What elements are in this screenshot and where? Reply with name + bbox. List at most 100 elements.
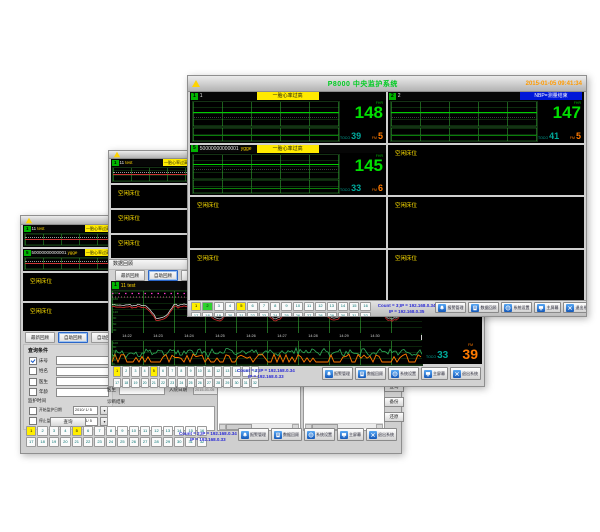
bed-button-26[interactable]: 26 [196, 378, 204, 389]
bed-button-18[interactable]: 18 [122, 378, 130, 389]
empty-bed-cell[interactable]: 空闲床位 [111, 185, 189, 208]
bed-button-23[interactable]: 23 [168, 378, 176, 389]
bed-button-30[interactable]: 30 [338, 312, 348, 317]
bed-button-4[interactable]: 4 [225, 302, 235, 311]
bed-button-21[interactable]: 21 [150, 378, 158, 389]
bed-button-19[interactable]: 19 [214, 312, 224, 317]
bed-button-3[interactable]: 3 [131, 366, 139, 377]
bed-button-2[interactable]: 2 [122, 366, 130, 377]
toolbar-button-alarm-bell[interactable]: 报警管理 [435, 302, 466, 313]
bed-button-26[interactable]: 26 [129, 437, 139, 447]
bed-button-29[interactable]: 29 [163, 437, 173, 447]
bed-button-6[interactable]: 6 [83, 426, 93, 436]
bed-button-24[interactable]: 24 [270, 312, 280, 317]
bed-button-12[interactable]: 12 [214, 366, 222, 377]
bed-button-28[interactable]: 28 [214, 378, 222, 389]
bed-button-6[interactable]: 6 [159, 366, 167, 377]
bed-button-9[interactable]: 9 [117, 426, 127, 436]
bed-button-12[interactable]: 12 [151, 426, 161, 436]
field-input-年龄[interactable] [56, 388, 109, 397]
bed-button-17[interactable]: 17 [26, 437, 36, 447]
bed-button-5[interactable]: 5 [236, 302, 246, 311]
patient-cell-bed-5[interactable]: 550000000000001ygge一胎心率过高 [23, 249, 111, 271]
toolbar-button-settings-globe[interactable]: 系统设置 [501, 302, 532, 313]
empty-bed-cell[interactable]: 空闲床位 [23, 303, 111, 331]
bed-button-7[interactable]: 7 [259, 302, 269, 311]
bed-button-11[interactable]: 11 [140, 426, 150, 436]
empty-bed-cell[interactable]: 空闲床位 [111, 210, 189, 233]
field-input-床号[interactable] [56, 356, 109, 365]
side-button-备份[interactable]: 备份 [384, 397, 404, 407]
patient-cell-bed-1[interactable]: 111test一胎心率过高 [23, 225, 111, 247]
bed-button-3[interactable]: 3 [49, 426, 59, 436]
bed-button-9[interactable]: 9 [281, 302, 291, 311]
bed-button-8[interactable]: 8 [270, 302, 280, 311]
bed-button-14[interactable]: 14 [338, 302, 348, 311]
bed-button-24[interactable]: 24 [106, 437, 116, 447]
bed-button-19[interactable]: 19 [49, 437, 59, 447]
bed-button-27[interactable]: 27 [205, 378, 213, 389]
bed-button-6[interactable]: 6 [247, 302, 257, 311]
bed-button-28[interactable]: 28 [315, 312, 325, 317]
bed-button-21[interactable]: 21 [236, 312, 246, 317]
bed-button-20[interactable]: 20 [60, 437, 70, 447]
bed-button-23[interactable]: 23 [259, 312, 269, 317]
bed-button-3[interactable]: 3 [214, 302, 224, 311]
toolbar-button-data-review[interactable]: 数据回顾 [468, 302, 499, 313]
bed-button-2[interactable]: 2 [37, 426, 47, 436]
bed-button-18[interactable]: 18 [202, 312, 212, 317]
bed-button-9[interactable]: 9 [187, 366, 195, 377]
bed-button-12[interactable]: 12 [315, 302, 325, 311]
bed-button-1[interactable]: 1 [113, 366, 121, 377]
bed-button-7[interactable]: 7 [94, 426, 104, 436]
bed-button-17[interactable]: 17 [113, 378, 121, 389]
empty-bed-cell[interactable]: 空闲床位 [388, 145, 584, 196]
bed-button-21[interactable]: 21 [72, 437, 82, 447]
side-button-还原[interactable]: 还原 [384, 412, 404, 422]
field-input-姓名[interactable] [56, 367, 109, 376]
bed-button-22[interactable]: 22 [247, 312, 257, 317]
bed-button-13[interactable]: 13 [163, 426, 173, 436]
bed-button-10[interactable]: 10 [196, 366, 204, 377]
bed-button-26[interactable]: 26 [293, 312, 303, 317]
bed-button-19[interactable]: 19 [131, 378, 139, 389]
checkbox-开始监护日期[interactable] [29, 407, 37, 415]
checkbox-床号[interactable] [29, 357, 37, 365]
bed-button-24[interactable]: 24 [177, 378, 185, 389]
bed-button-5[interactable]: 5 [72, 426, 82, 436]
bed-button-11[interactable]: 11 [304, 302, 314, 311]
bed-button-29[interactable]: 29 [223, 378, 231, 389]
field-input-医生[interactable] [56, 377, 109, 386]
toolbar-button-data-review[interactable]: 数据回顾 [355, 367, 386, 380]
toolbar-button-main-screen[interactable]: 主屏幕 [337, 428, 364, 441]
bed-button-32[interactable]: 32 [360, 312, 370, 317]
toolbar-button-alarm-bell[interactable]: 报警管理 [322, 367, 353, 380]
bed-button-10[interactable]: 10 [293, 302, 303, 311]
bed-button-16[interactable]: 16 [360, 302, 370, 311]
tab-自助回顾[interactable]: 自助回顾 [148, 270, 178, 281]
bed-button-2[interactable]: 2 [202, 302, 212, 311]
bed-button-23[interactable]: 23 [94, 437, 104, 447]
window-a-title-bar[interactable]: P8000 中央监护系统 2015-01-05 09:41:34 [188, 76, 586, 92]
empty-bed-cell[interactable]: 空闲床位 [388, 197, 584, 248]
toolbar-button-main-screen[interactable]: 主屏幕 [534, 302, 561, 313]
bed-button-27[interactable]: 27 [140, 437, 150, 447]
empty-bed-cell[interactable]: 空闲床位 [190, 197, 386, 248]
bed-button-20[interactable]: 20 [141, 378, 149, 389]
patient-cell-bed-5[interactable]: 550000000000001ygge一胎心率过高FHR145TOCO33FM6 [190, 145, 386, 196]
empty-bed-cell[interactable]: 空闲床位 [388, 250, 584, 301]
toolbar-button-exit[interactable]: 退出系统 [366, 428, 397, 441]
bed-button-28[interactable]: 28 [151, 437, 161, 447]
bed-button-22[interactable]: 22 [83, 437, 93, 447]
empty-bed-cell[interactable]: 空闲床位 [111, 235, 189, 258]
bed-button-4[interactable]: 4 [141, 366, 149, 377]
date-input-开始监护日期[interactable]: 2010/ 1/ 5 [73, 406, 98, 415]
tab-最新回顾[interactable]: 最新回顾 [115, 270, 145, 281]
patient-cell-bed-1[interactable]: 111test一胎心率过高 [111, 159, 189, 183]
bed-button-27[interactable]: 27 [304, 312, 314, 317]
bed-button-20[interactable]: 20 [225, 312, 235, 317]
bed-button-10[interactable]: 10 [129, 426, 139, 436]
bed-button-13[interactable]: 13 [223, 366, 231, 377]
toolbar-button-settings-globe[interactable]: 系统设置 [304, 428, 335, 441]
bed-button-1[interactable]: 1 [26, 426, 36, 436]
